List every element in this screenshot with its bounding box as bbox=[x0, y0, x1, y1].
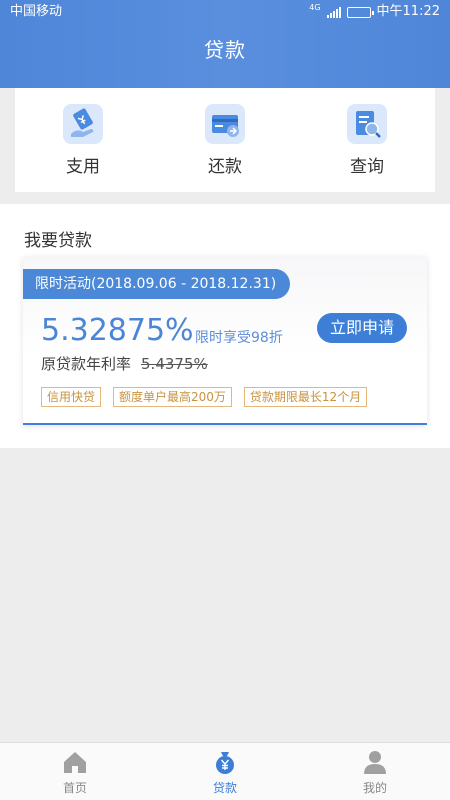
page-title: 贷款 bbox=[204, 38, 246, 62]
battery-icon bbox=[346, 6, 374, 18]
loan-product-card[interactable]: 限时活动(2018.09.06 - 2018.12.31) 5.32875% 限… bbox=[23, 257, 427, 425]
original-rate-row: 原贷款年利率 5.4375% bbox=[41, 353, 208, 374]
loan-money-bag-icon bbox=[212, 749, 238, 775]
nav-label-profile: 我的 bbox=[362, 781, 387, 795]
original-rate-value: 5.4375% bbox=[141, 355, 208, 373]
status-time: 中午11:22 bbox=[376, 4, 440, 19]
nav-item-home[interactable]: 首页 bbox=[0, 749, 150, 796]
action-repay-label: 还款 bbox=[208, 157, 242, 177]
action-withdraw-label: 支用 bbox=[66, 157, 100, 177]
action-repay[interactable]: 还款 bbox=[175, 104, 275, 177]
status-icons: 4G 中午11:22 bbox=[309, 0, 440, 24]
feature-tags: 信用快贷 额度单户最高200万 贷款期限最长12个月 bbox=[41, 387, 368, 407]
query-document-icon bbox=[347, 104, 387, 144]
nav-label-loan: 贷款 bbox=[212, 781, 237, 795]
feature-tag: 信用快贷 bbox=[41, 387, 102, 407]
carrier-name: 中国移动 bbox=[10, 4, 63, 19]
apply-now-button[interactable]: 立即申请 bbox=[317, 313, 407, 343]
nav-item-profile[interactable]: 我的 bbox=[300, 749, 450, 796]
loan-section: 我要贷款 限时活动(2018.09.06 - 2018.12.31) 5.328… bbox=[0, 204, 450, 448]
interest-rate: 5.32875% bbox=[41, 313, 194, 348]
withdraw-hand-icon bbox=[63, 104, 103, 144]
nav-label-home: 首页 bbox=[62, 781, 87, 795]
discount-text: 限时享受98折 bbox=[195, 330, 283, 346]
feature-tag: 贷款期限最长12个月 bbox=[243, 387, 368, 407]
app-header: 中国移动 4G 中午11:22 贷款 bbox=[0, 0, 450, 88]
action-query-label: 查询 bbox=[350, 157, 384, 177]
bottom-nav: 首页 贷款 我的 bbox=[0, 742, 450, 800]
status-bar: 中国移动 4G 中午11:22 bbox=[0, 0, 450, 24]
promo-badge: 限时活动(2018.09.06 - 2018.12.31) bbox=[23, 269, 291, 299]
home-icon bbox=[62, 749, 88, 775]
action-withdraw[interactable]: 支用 bbox=[33, 104, 133, 177]
original-rate-label: 原贷款年利率 bbox=[41, 355, 132, 373]
loan-section-title: 我要贷款 bbox=[24, 231, 92, 251]
repay-card-icon bbox=[205, 104, 245, 144]
profile-icon bbox=[362, 749, 388, 775]
feature-tag: 额度单户最高200万 bbox=[113, 387, 232, 407]
signal-icon bbox=[326, 6, 341, 18]
action-query[interactable]: 查询 bbox=[317, 104, 417, 177]
nav-item-loan[interactable]: 贷款 bbox=[150, 749, 300, 796]
network-type: 4G bbox=[309, 3, 321, 12]
quick-actions: 支用 还款 查询 bbox=[15, 88, 435, 192]
